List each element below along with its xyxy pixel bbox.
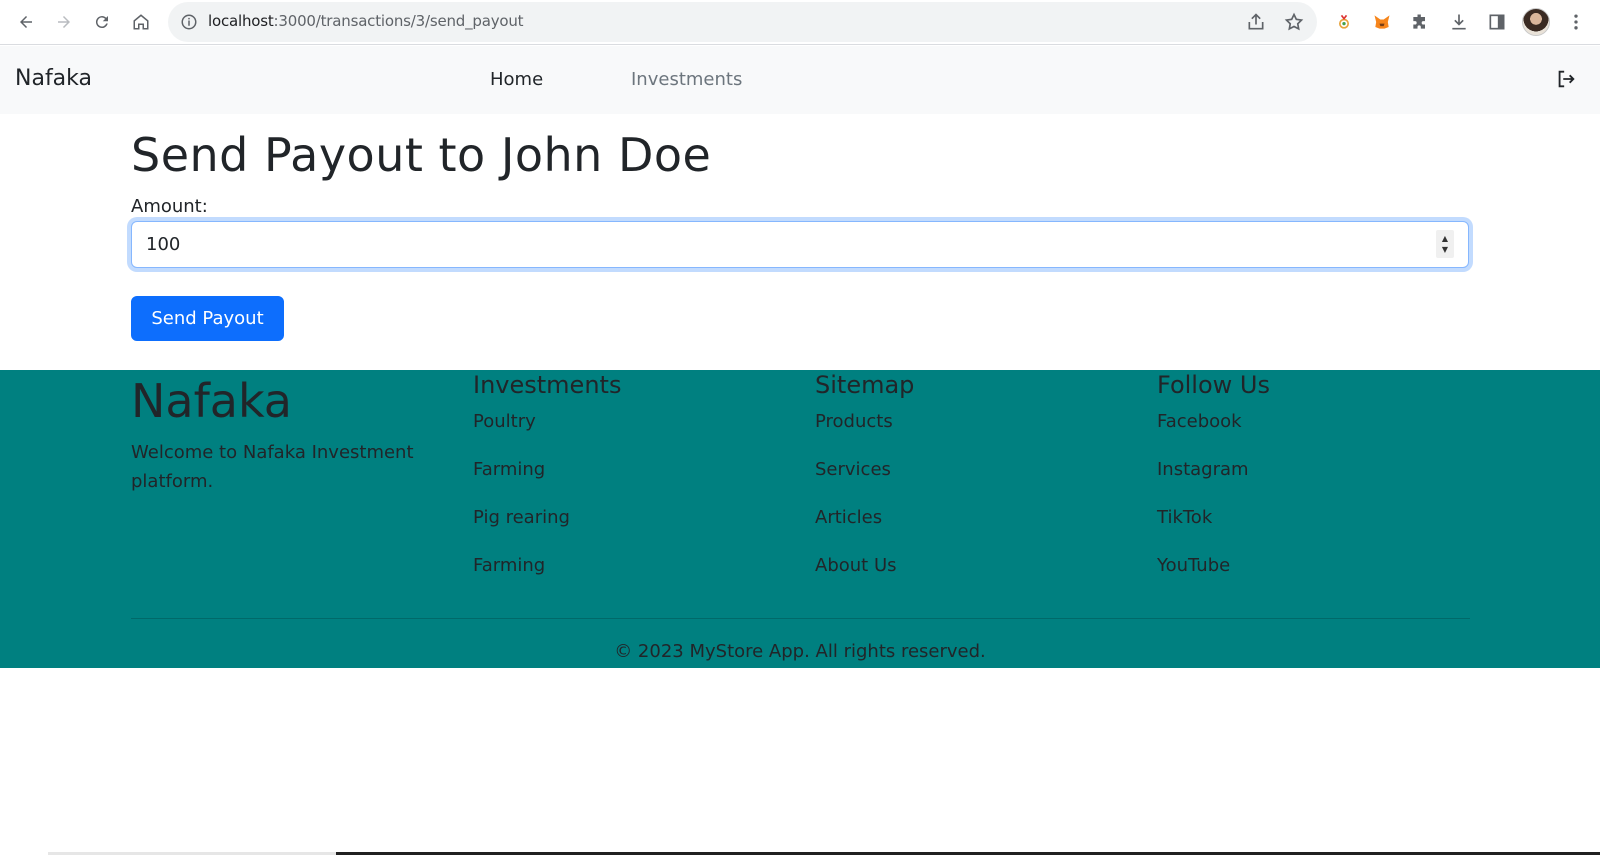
side-panel-icon[interactable]: [1485, 10, 1509, 34]
footer-link-products[interactable]: Products: [815, 411, 1135, 459]
footer-heading-investments: Investments: [473, 371, 622, 399]
metamask-fox-icon[interactable]: [1370, 10, 1394, 34]
footer-link-youtube[interactable]: YouTube: [1157, 555, 1477, 603]
site-footer: Nafaka Welcome to Nafaka Investment plat…: [0, 370, 1600, 668]
home-icon[interactable]: [127, 8, 155, 36]
share-icon[interactable]: [1246, 12, 1266, 32]
nav-link-home[interactable]: Home: [490, 69, 543, 90]
footer-divider: [131, 618, 1470, 619]
profile-avatar[interactable]: [1522, 8, 1550, 36]
footer-link-farming[interactable]: Farming: [473, 459, 793, 507]
footer-link-tiktok[interactable]: TikTok: [1157, 507, 1477, 555]
back-icon[interactable]: [12, 8, 40, 36]
bookmark-star-icon[interactable]: [1284, 12, 1304, 32]
app-navbar: Nafaka Home Investments: [0, 46, 1600, 114]
extensions-puzzle-icon[interactable]: [1408, 10, 1432, 34]
extension-pin-icon[interactable]: [1332, 10, 1356, 34]
download-icon[interactable]: [1447, 10, 1471, 34]
footer-link-pig-rearing[interactable]: Pig rearing: [473, 507, 793, 555]
footer-brand: Nafaka: [131, 374, 292, 428]
footer-column-investments: Investments Poultry Farming Pig rearing …: [473, 370, 793, 603]
footer-link-instagram[interactable]: Instagram: [1157, 459, 1477, 507]
url-path: :3000/transactions/3/send_payout: [273, 12, 524, 30]
footer-link-articles[interactable]: Articles: [815, 507, 1135, 555]
address-bar[interactable]: localhost:3000/transactions/3/send_payou…: [168, 2, 1317, 42]
footer-link-about-us[interactable]: About Us: [815, 555, 1135, 603]
amount-input[interactable]: [131, 221, 1469, 268]
send-payout-button[interactable]: Send Payout: [131, 296, 284, 341]
reload-icon[interactable]: [88, 8, 116, 36]
spinner-up-icon[interactable]: ▲: [1442, 233, 1448, 244]
amount-label: Amount:: [131, 196, 208, 217]
footer-link-services[interactable]: Services: [815, 459, 1135, 507]
footer-heading-sitemap: Sitemap: [815, 371, 915, 399]
spinner-down-icon[interactable]: ▼: [1442, 244, 1448, 255]
browser-toolbar: localhost:3000/transactions/3/send_payou…: [0, 0, 1600, 45]
number-spinner[interactable]: ▲ ▼: [1436, 230, 1454, 258]
url-text: localhost:3000/transactions/3/send_payou…: [208, 12, 524, 30]
footer-column-follow-us: Follow Us Facebook Instagram TikTok YouT…: [1157, 370, 1477, 603]
footer-column-sitemap: Sitemap Products Services Articles About…: [815, 370, 1135, 603]
footer-link-facebook[interactable]: Facebook: [1157, 411, 1477, 459]
copyright-text: © 2023 MyStore App. All rights reserved.: [614, 641, 986, 662]
nav-link-investments[interactable]: Investments: [631, 69, 742, 90]
page-title: Send Payout to John Doe: [131, 128, 712, 182]
footer-link-poultry[interactable]: Poultry: [473, 411, 793, 459]
navbar-brand[interactable]: Nafaka: [15, 66, 92, 91]
kebab-menu-icon[interactable]: [1564, 10, 1588, 34]
forward-icon[interactable]: [50, 8, 78, 36]
url-host: localhost: [208, 12, 274, 30]
footer-link-farming-2[interactable]: Farming: [473, 555, 793, 603]
logout-icon[interactable]: [1555, 68, 1577, 90]
site-info-icon[interactable]: [180, 13, 198, 31]
footer-welcome-text: Welcome to Nafaka Investment platform.: [131, 442, 414, 492]
footer-heading-follow-us: Follow Us: [1157, 371, 1270, 399]
